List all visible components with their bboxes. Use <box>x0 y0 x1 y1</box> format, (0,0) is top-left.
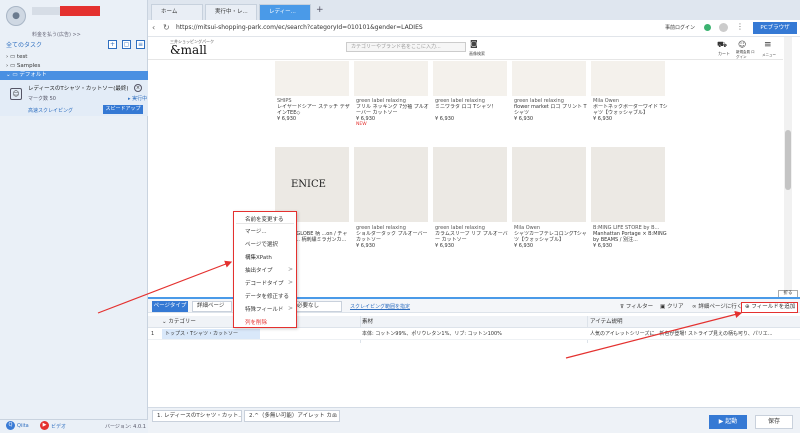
save-button[interactable]: 保存 <box>755 415 793 429</box>
arrow-to-add-field <box>565 311 743 359</box>
run-button[interactable]: ▶ 起動 <box>709 415 747 429</box>
page-tab-1[interactable]: 1. レディースのTシャツ・カット... <box>152 410 242 422</box>
annotation-arrows <box>97 260 743 359</box>
page-tab-2[interactable]: 2.^（多無い可能）アイレット カ... <box>244 410 340 422</box>
arrow-to-context-menu <box>97 260 233 314</box>
close-icon[interactable]: ⊗ <box>332 412 337 419</box>
